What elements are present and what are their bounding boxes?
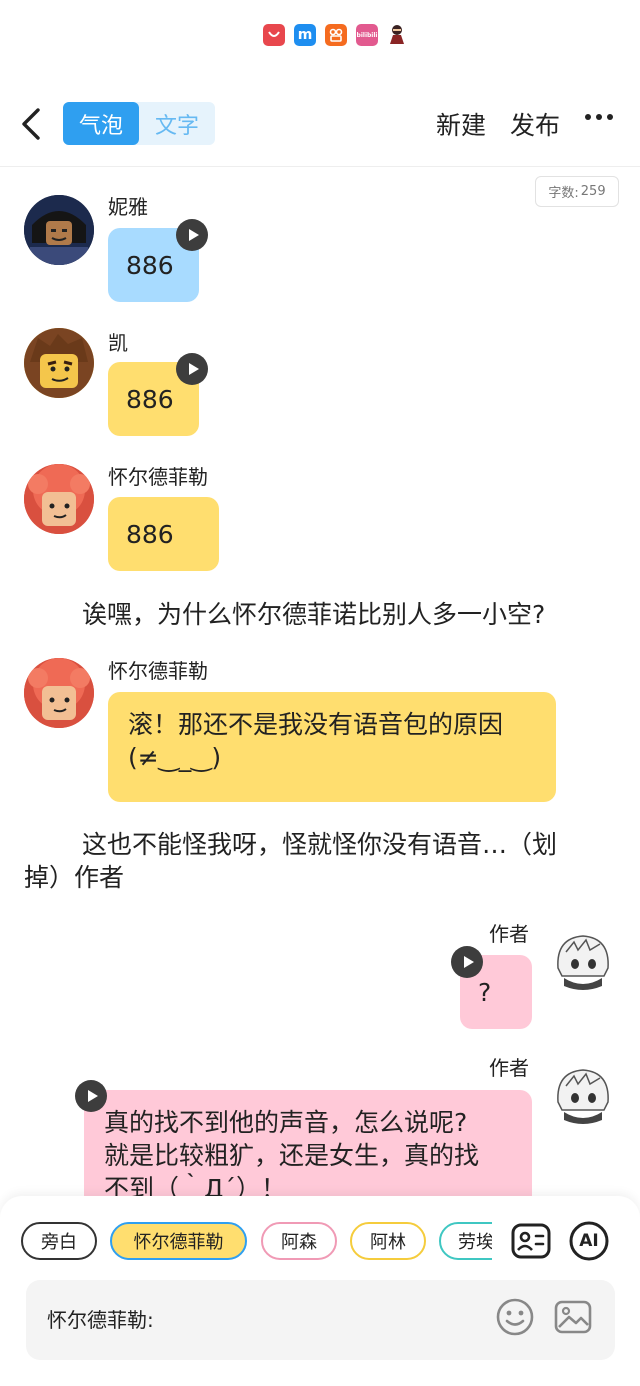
avatar-kai[interactable] [24, 328, 94, 398]
bubble-text: 886 [126, 250, 174, 280]
word-count-value: 259 [580, 184, 606, 199]
speaker-name: 作者 [489, 1056, 529, 1080]
narration-text[interactable]: 诶嘿，为什么怀尔德菲诺比别人多一小空? [82, 598, 545, 631]
speaker-name: 怀尔德菲勒 [108, 659, 208, 683]
avatar-wildfire[interactable] [24, 658, 94, 728]
bubble-text-line: 不到（｀Д´）！ [104, 1174, 287, 1196]
narration-text[interactable]: 这也不能怪我呀，怪就怪你没有语音…（划 掉）作者 [24, 828, 616, 894]
role-chip-wildfire[interactable]: 怀尔德菲勒 [110, 1222, 247, 1260]
back-button[interactable] [14, 104, 50, 144]
huawei-appgallery-icon [263, 24, 285, 46]
bubble-text-line: 真的找不到他的声音，怎么说呢? [104, 1108, 468, 1137]
emoji-button[interactable] [495, 1297, 535, 1337]
role-chip-narrator[interactable]: 旁白 [21, 1222, 97, 1260]
input-speaker-prefix: 怀尔德菲勒: [47, 1308, 154, 1332]
ai-label: AI [579, 1231, 599, 1251]
more-options-icon[interactable] [585, 114, 613, 120]
avatar-author[interactable] [548, 928, 618, 998]
publish-button[interactable]: 发布 [510, 106, 560, 142]
character-card-button[interactable] [510, 1220, 552, 1262]
narration-line: 掉）作者 [24, 863, 125, 892]
speaker-name: 怀尔德菲勒 [108, 465, 208, 489]
role-chip-lloyd[interactable]: 劳埃德 [439, 1222, 492, 1260]
bubble-text-line: (≠‿_‿) [128, 743, 222, 772]
role-chip-asen[interactable]: 阿森 [261, 1222, 337, 1260]
avatar-nya[interactable] [24, 195, 94, 265]
role-selector: 旁白 怀尔德菲勒 阿森 阿林 劳埃德 [21, 1222, 492, 1262]
mode-toggle: 气泡 文字 [63, 102, 215, 145]
back-arrow-icon [22, 108, 40, 140]
bubble-text-line: 就是比较粗犷，还是女生，真的找 [104, 1141, 480, 1170]
speaker-name: 凯 [108, 331, 128, 355]
image-icon [554, 1300, 592, 1334]
speaker-name: 作者 [489, 922, 529, 946]
top-navigation-bar: 气泡 文字 新建 发布 [0, 92, 640, 156]
tab-bubble[interactable]: 气泡 [63, 102, 139, 145]
word-count-badge: 字数: 259 [535, 176, 619, 207]
avatar-author[interactable] [548, 1062, 618, 1132]
bubble-text-line: 滚！那还不是我没有语音包的原因 [128, 710, 504, 739]
chat-bubble[interactable]: 真的找不到他的声音，怎么说呢? 就是比较粗犷，还是女生，真的找 不到（｀Д´）！ [84, 1090, 532, 1196]
insert-image-button[interactable] [553, 1297, 593, 1337]
ai-assistant-button[interactable]: AI [568, 1220, 610, 1262]
play-voice-icon[interactable] [75, 1080, 107, 1112]
kuaishou-icon [325, 24, 347, 46]
role-chip-alin[interactable]: 阿林 [350, 1222, 426, 1260]
chat-bubble[interactable]: 886 [108, 497, 219, 571]
ninja-figure-icon [387, 24, 407, 46]
bubble-text: 886 [126, 519, 174, 549]
smiley-icon [496, 1298, 534, 1336]
chat-bubble[interactable]: 滚！那还不是我没有语音包的原因 (≠‿_‿) [108, 692, 556, 802]
bilibili-icon: bilibili [356, 24, 378, 46]
narration-line: 这也不能怪我呀，怪就怪你没有语音…（划 [82, 830, 558, 859]
speaker-name: 妮雅 [108, 195, 148, 219]
message-input[interactable]: 怀尔德菲勒: [26, 1280, 615, 1360]
header-divider [0, 166, 640, 167]
new-button[interactable]: 新建 [436, 106, 486, 142]
play-voice-icon[interactable] [176, 353, 208, 385]
character-card-icon [511, 1223, 551, 1259]
bubble-text: ? [478, 977, 492, 1007]
avatar-wildfire[interactable] [24, 464, 94, 534]
play-voice-icon[interactable] [451, 946, 483, 978]
composer-panel: 旁白 怀尔德菲勒 阿森 阿林 劳埃德 AI 怀尔德菲勒: [0, 1196, 640, 1386]
notification-icons: m bilibili [263, 24, 407, 46]
play-voice-icon[interactable] [176, 219, 208, 251]
meituan-m-icon: m [294, 24, 316, 46]
tab-text[interactable]: 文字 [139, 102, 215, 145]
status-bar: m bilibili [0, 0, 640, 72]
bubble-text: 886 [126, 384, 174, 414]
word-count-label: 字数: [548, 186, 579, 201]
